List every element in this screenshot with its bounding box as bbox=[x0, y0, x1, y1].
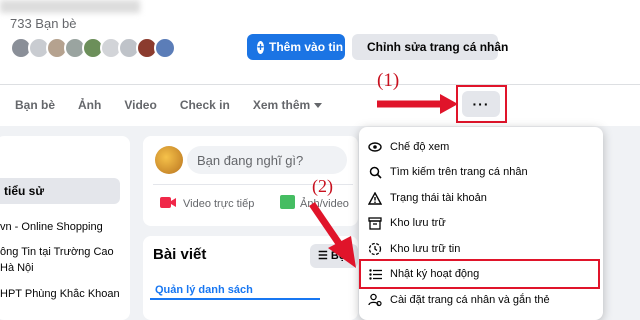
friend-avatar[interactable] bbox=[154, 37, 176, 59]
edit-profile-button[interactable]: Chỉnh sửa trang cá nhân bbox=[352, 34, 508, 60]
friends-count[interactable]: 733 Bạn bè bbox=[10, 16, 77, 31]
menu-item-label: Cài đặt trang cá nhân và gắn thẻ bbox=[390, 294, 550, 306]
intro-line: ông Tin tại Trường Cao bbox=[0, 246, 114, 258]
search-icon bbox=[368, 165, 382, 179]
eye-icon bbox=[368, 140, 382, 154]
history-icon bbox=[368, 242, 382, 256]
list-view-tab[interactable]: Quản lý danh sách bbox=[155, 284, 253, 296]
plus-icon: + bbox=[257, 39, 265, 54]
add-story-button[interactable]: + Thêm vào tin bbox=[247, 34, 345, 60]
live-video-icon bbox=[160, 197, 176, 208]
intro-line: Hà Nội bbox=[0, 262, 34, 274]
archive-icon bbox=[368, 216, 382, 230]
active-tab-underline bbox=[150, 298, 320, 300]
edit-profile-label: Chỉnh sửa trang cá nhân bbox=[367, 40, 509, 54]
photo-video-button[interactable]: Ảnh/video bbox=[300, 198, 349, 210]
intro-line: vn - Online Shopping bbox=[0, 221, 103, 233]
status-input[interactable]: Bạn đang nghĩ gì? bbox=[187, 146, 347, 174]
step-1-label: (1) bbox=[377, 70, 400, 91]
filter-label: Bộ bbox=[330, 250, 346, 262]
menu-item-archive[interactable]: Kho lưu trữ bbox=[368, 211, 446, 235]
add-story-label: Thêm vào tin bbox=[269, 40, 344, 54]
menu-item-search-profile[interactable]: Tìm kiếm trên trang cá nhân bbox=[368, 160, 528, 184]
menu-item-label: Kho lưu trữ bbox=[390, 217, 446, 229]
menu-item-view-as[interactable]: Chế độ xem bbox=[368, 135, 449, 159]
live-video-button[interactable]: Video trực tiếp bbox=[183, 198, 254, 210]
tab-videos[interactable]: Video bbox=[124, 98, 156, 112]
filter-button[interactable]: ☰ Bộ bbox=[310, 244, 358, 268]
avatar[interactable] bbox=[155, 146, 183, 174]
posts-title: Bài viết bbox=[153, 246, 207, 263]
tab-friends[interactable]: Bạn bè bbox=[15, 98, 55, 112]
chevron-down-icon bbox=[314, 102, 323, 108]
highlight-box-activity-log bbox=[359, 259, 600, 289]
blurred-name bbox=[0, 0, 140, 13]
header-divider bbox=[0, 84, 640, 85]
menu-item-story-archive[interactable]: Kho lưu trữ tin bbox=[368, 237, 460, 261]
tab-checkins[interactable]: Check in bbox=[180, 98, 230, 112]
menu-item-label: Kho lưu trữ tin bbox=[390, 243, 461, 255]
step-2-label: (2) bbox=[312, 176, 333, 196]
highlight-box-more bbox=[456, 85, 507, 123]
profile-settings-icon bbox=[368, 293, 382, 307]
profile-tabs: Bạn bè Ảnh Video Check in Xem thêm bbox=[15, 93, 345, 117]
photo-icon bbox=[280, 195, 295, 209]
menu-item-account-status[interactable]: Trạng thái tài khoản bbox=[368, 186, 487, 210]
intro-item[interactable]: tiểu sử bbox=[0, 178, 120, 204]
intro-line: HPT Phùng Khắc Khoan bbox=[0, 288, 120, 300]
menu-item-label: Tìm kiếm trên trang cá nhân bbox=[390, 166, 528, 178]
menu-item-profile-tag-settings[interactable]: Cài đặt trang cá nhân và gắn thẻ bbox=[368, 288, 550, 312]
menu-item-label: Trạng thái tài khoản bbox=[390, 192, 487, 204]
warning-icon bbox=[368, 191, 382, 205]
filter-icon: ☰ bbox=[318, 250, 331, 262]
tab-more-label: Xem thêm bbox=[252, 98, 311, 112]
tab-more[interactable]: Xem thêm bbox=[252, 98, 323, 112]
menu-item-label: Chế độ xem bbox=[390, 141, 450, 153]
tab-photos[interactable]: Ảnh bbox=[78, 98, 101, 112]
